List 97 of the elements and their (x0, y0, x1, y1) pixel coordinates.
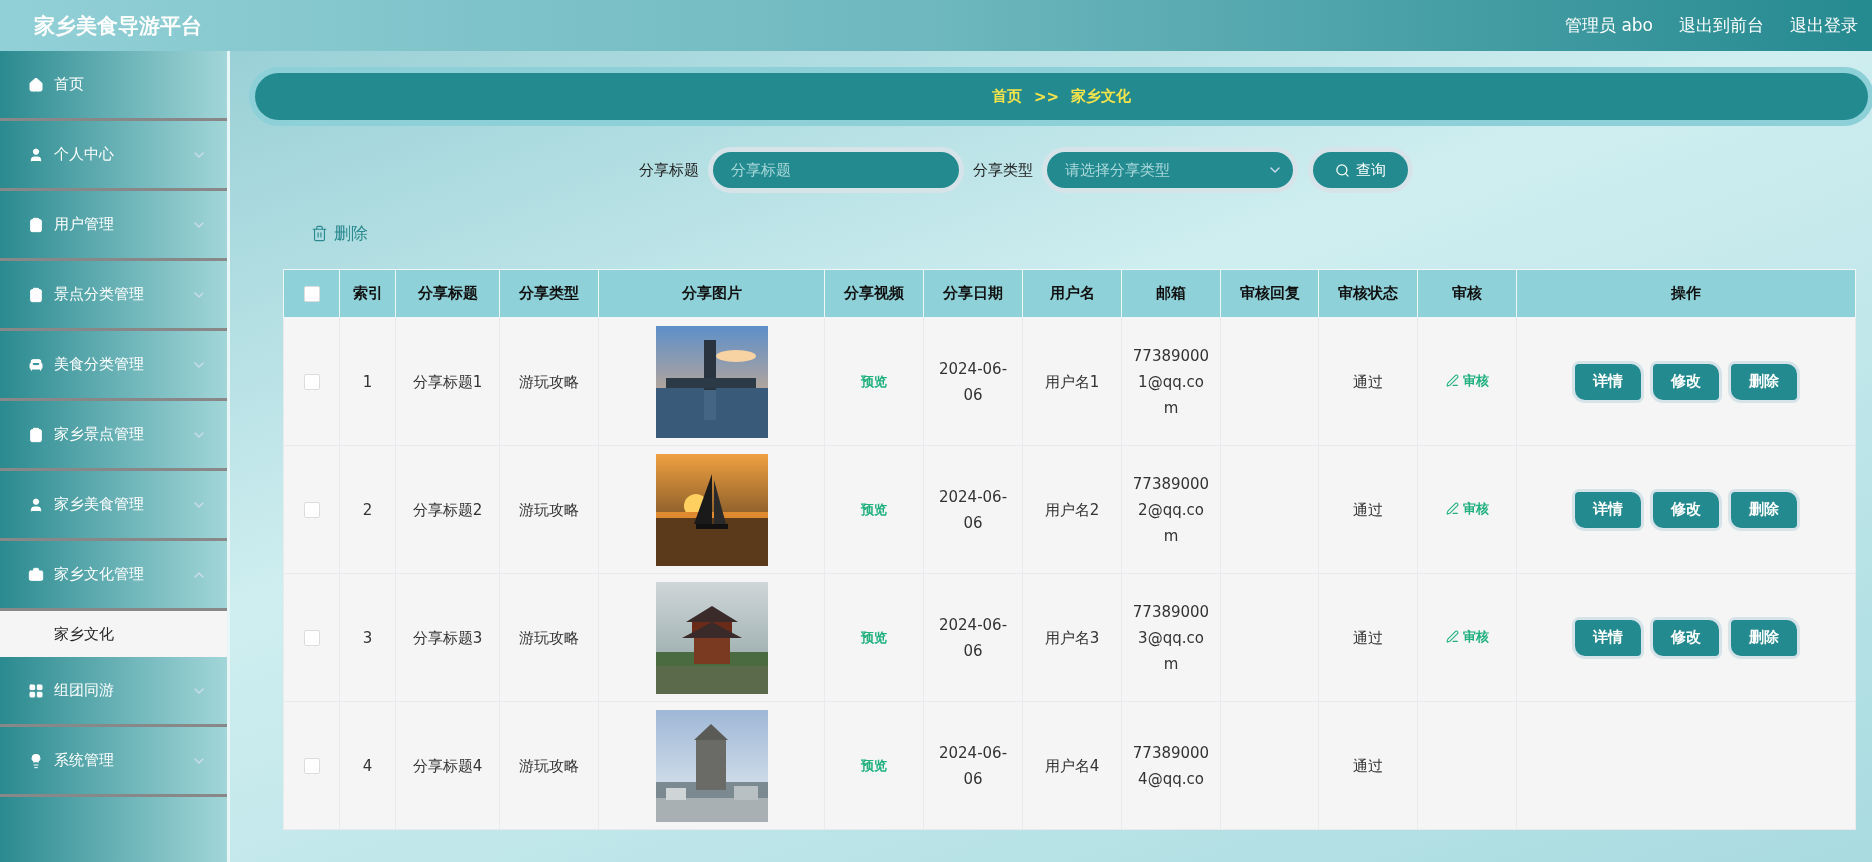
preview-link[interactable]: 预览 (861, 497, 887, 523)
column-header: 审核 (1417, 269, 1517, 318)
table-cell: 分享标题3 (395, 573, 500, 702)
action-button[interactable]: 删除 (1731, 619, 1797, 656)
column-header: 分享日期 (923, 269, 1023, 318)
audit-link[interactable]: 审核 (1445, 495, 1489, 522)
table-cell: 773890003@qq.com (1121, 573, 1221, 702)
table-cell: 游玩攻略 (499, 573, 599, 702)
table-cell: 用户名3 (1022, 573, 1122, 702)
pen-icon (1445, 374, 1459, 388)
row-checkbox[interactable] (303, 374, 320, 390)
preview-link[interactable]: 预览 (861, 753, 887, 779)
sidebar-item[interactable]: 组团同游 (0, 657, 227, 727)
table-cell: 2024-06-06 (923, 701, 1023, 830)
preview-link[interactable]: 预览 (861, 625, 887, 651)
action-button[interactable]: 详情 (1575, 363, 1641, 400)
column-header: 用户名 (1022, 269, 1122, 318)
user-icon (28, 146, 44, 163)
sidebar-item[interactable]: 家乡景点管理 (0, 401, 227, 471)
table-cell: 1 (339, 317, 396, 446)
clipboard-icon (28, 286, 44, 303)
sidebar-item[interactable]: 用户管理 (0, 191, 227, 261)
row-checkbox[interactable] (303, 502, 320, 518)
home-icon (28, 76, 44, 93)
table-cell: 分享标题4 (395, 701, 500, 830)
audit-link[interactable]: 审核 (1445, 623, 1489, 650)
sidebar-subitem[interactable]: 家乡文化 (0, 611, 227, 657)
row-checkbox[interactable] (303, 630, 320, 646)
row-checkbox[interactable] (303, 758, 320, 774)
sidebar-item[interactable]: 个人中心 (0, 121, 227, 191)
table-cell: 通过 (1318, 445, 1418, 574)
table-cell: 2024-06-06 (923, 445, 1023, 574)
table-cell: 用户名2 (1022, 445, 1122, 574)
column-header: 分享图片 (598, 269, 825, 318)
sidebar-item[interactable]: 系统管理 (0, 727, 227, 797)
table-cell: 游玩攻略 (499, 701, 599, 830)
action-button[interactable]: 详情 (1575, 619, 1641, 656)
column-header: 审核状态 (1318, 269, 1418, 318)
sidebar-item[interactable]: 景点分类管理 (0, 261, 227, 331)
table-cell: 4 (339, 701, 396, 830)
sidebar-item[interactable]: 美食分类管理 (0, 331, 227, 401)
breadcrumb-current: 家乡文化 (1071, 87, 1132, 106)
field-label: 分享标题 (639, 160, 699, 180)
header-link[interactable]: 退出登录 (1790, 14, 1858, 37)
table-cell: 分享标题2 (395, 445, 500, 574)
action-button[interactable]: 删除 (1731, 363, 1797, 400)
column-header: 审核回复 (1220, 269, 1319, 318)
column-header: 邮箱 (1121, 269, 1221, 318)
action-button[interactable]: 删除 (1731, 491, 1797, 528)
breadcrumb-link[interactable]: 首页 (991, 87, 1022, 106)
pen-icon (1445, 502, 1459, 516)
table-cell: 游玩攻略 (499, 445, 599, 574)
grid-icon (28, 682, 44, 699)
column-header: 分享标题 (395, 269, 500, 318)
table-cell: 通过 (1318, 573, 1418, 702)
action-button[interactable]: 修改 (1653, 363, 1719, 400)
column-header: 分享类型 (499, 269, 599, 318)
action-button[interactable]: 详情 (1575, 491, 1641, 528)
delete-link[interactable]: 删除 (311, 222, 368, 245)
table-cell: 773890004@qq.co (1121, 701, 1221, 830)
table-cell: 分享标题1 (395, 317, 500, 446)
table-cell: 通过 (1318, 701, 1418, 830)
action-button[interactable]: 修改 (1653, 491, 1719, 528)
sidebar-item[interactable]: 家乡美食管理 (0, 471, 227, 541)
table-cell: 2024-06-06 (923, 573, 1023, 702)
table-cell: 游玩攻略 (499, 317, 599, 446)
table-cell: 用户名1 (1022, 317, 1122, 446)
sidebar-item[interactable]: 首页 (0, 51, 227, 121)
select-all-checkbox[interactable] (303, 286, 320, 302)
table-cell: 773890001@qq.com (1121, 317, 1221, 446)
breadcrumb-separator: >> (1033, 87, 1060, 106)
table-cell: 773890002@qq.com (1121, 445, 1221, 574)
briefcase-icon (28, 566, 44, 583)
clipboard-x-icon (28, 216, 44, 233)
audit-link[interactable]: 审核 (1445, 367, 1489, 394)
field-label: 分享类型 (973, 160, 1033, 180)
clipboard-check-icon (28, 426, 44, 443)
table-cell: 用户名4 (1022, 701, 1122, 830)
trash-icon (311, 225, 328, 242)
armchair-icon (28, 356, 44, 373)
table-cell: 通过 (1318, 317, 1418, 446)
column-header: 操作 (1516, 269, 1856, 318)
header-link[interactable]: 退出到前台 (1679, 14, 1764, 37)
table-cell: 2024-06-06 (923, 317, 1023, 446)
table-cell: 3 (339, 573, 396, 702)
title-search-field[interactable]: 分享标题 (713, 152, 959, 188)
table-cell: 2 (339, 445, 396, 574)
preview-link[interactable]: 预览 (861, 369, 887, 395)
column-header: 索引 (339, 269, 396, 318)
admin-user-label[interactable]: 管理员 abo (1565, 14, 1653, 37)
pen-icon (1445, 630, 1459, 644)
lightbulb-icon (28, 752, 44, 769)
action-button[interactable]: 修改 (1653, 619, 1719, 656)
user-icon (28, 496, 44, 513)
column-header: 分享视频 (824, 269, 924, 318)
site-title: 家乡美食导游平台 (34, 12, 203, 40)
search-icon (1335, 162, 1350, 178)
